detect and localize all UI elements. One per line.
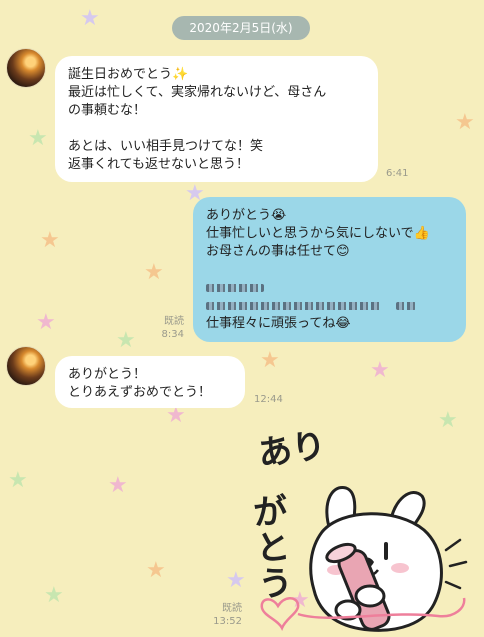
read-receipt: 既読 bbox=[222, 603, 242, 614]
redacted-text bbox=[206, 283, 264, 292]
message-bubble-outgoing[interactable]: ありがとう😭 仕事忙しいと思うから気にしないで👍 お母さんの事は任せて😊 仕事程… bbox=[193, 197, 466, 342]
star-icon: ★ bbox=[116, 328, 136, 353]
message-text: ありがとう！ bbox=[68, 367, 147, 382]
message-bubble-incoming[interactable]: ありがとう！ とりあえずおめでとう！ bbox=[55, 356, 245, 408]
redacted-text bbox=[396, 301, 417, 310]
message-text: 誕生日おめでとう✨ bbox=[68, 67, 189, 82]
message-text bbox=[68, 120, 365, 138]
message-text: 仕事忙しいと思うから気にしないで👍 bbox=[206, 226, 430, 241]
star-icon: ★ bbox=[455, 110, 475, 135]
message-text: ありがとう😭 bbox=[206, 208, 287, 223]
star-icon: ★ bbox=[40, 228, 60, 253]
message-time: 13:52 bbox=[213, 616, 242, 627]
message-time: 12:44 bbox=[254, 394, 283, 405]
message-time: 6:41 bbox=[386, 168, 409, 179]
star-icon: ★ bbox=[144, 260, 164, 285]
message-text: の事頼むな！ bbox=[68, 103, 147, 118]
star-icon: ★ bbox=[260, 348, 280, 373]
sticker-text: あり bbox=[255, 425, 329, 475]
chat-screen: { "date_separator": "2020年2月5日(水)", "mes… bbox=[0, 0, 484, 633]
star-icon: ★ bbox=[80, 6, 100, 31]
message-text: 仕事程々に頑張ってね😂 bbox=[206, 316, 351, 331]
avatar[interactable] bbox=[6, 346, 46, 386]
message-time: 8:34 bbox=[161, 329, 184, 340]
message-text bbox=[206, 261, 453, 279]
message-bubble-incoming[interactable]: 誕生日おめでとう✨ 最近は忙しくて、実家帰れないけど、母さん の事頼むな！ あと… bbox=[55, 56, 378, 182]
message-text: とりあえずおめでとう！ bbox=[68, 385, 212, 400]
star-icon: ★ bbox=[166, 403, 186, 428]
redacted-text bbox=[206, 279, 453, 297]
sticker-text: がとう bbox=[252, 491, 294, 606]
read-receipt: 既読 bbox=[164, 316, 184, 327]
message-text: 最近は忙しくて、実家帰れないけど、母さん bbox=[68, 85, 327, 100]
star-icon: ★ bbox=[28, 126, 48, 151]
sticker-message[interactable]: あり がとう bbox=[238, 420, 484, 633]
redacted-text bbox=[206, 297, 453, 315]
message-text: あとは、いい相手見つけてな！笑 bbox=[68, 139, 264, 154]
star-icon: ★ bbox=[8, 468, 28, 493]
star-icon: ★ bbox=[146, 558, 166, 583]
message-text: お母さんの事は任せて😊 bbox=[206, 244, 350, 259]
star-icon: ★ bbox=[108, 473, 128, 498]
redacted-text bbox=[206, 301, 382, 310]
date-separator: 2020年2月5日(水) bbox=[172, 16, 310, 40]
star-icon: ★ bbox=[36, 310, 56, 335]
avatar[interactable] bbox=[6, 48, 46, 88]
star-icon: ★ bbox=[370, 358, 390, 383]
message-text: 返事くれても返せないと思う！ bbox=[68, 157, 249, 172]
star-icon: ★ bbox=[44, 583, 64, 608]
